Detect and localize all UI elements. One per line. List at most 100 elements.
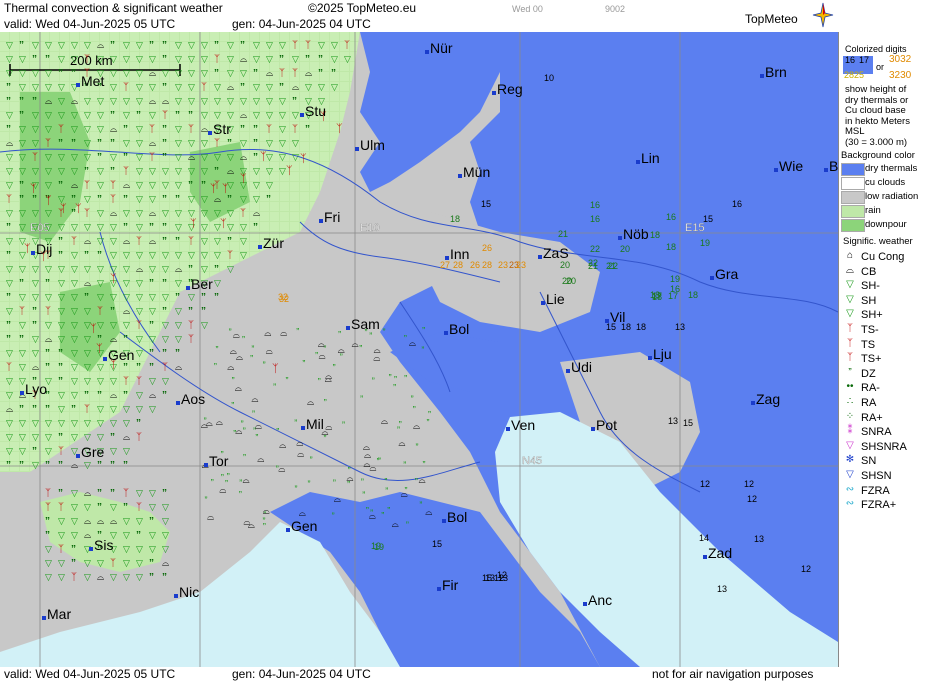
shower-icon: ▽ bbox=[58, 278, 65, 288]
shower-icon: ▽ bbox=[136, 40, 143, 50]
shower-icon: ▽ bbox=[19, 166, 26, 176]
thunderstorm-icon: ᛉ bbox=[847, 337, 853, 349]
legend-sig-label: DZ bbox=[861, 367, 876, 380]
shower-icon: ▽ bbox=[58, 40, 65, 50]
drizzle-icon: ” bbox=[404, 374, 407, 384]
shower-icon: ▽ bbox=[123, 278, 130, 288]
drizzle-icon: ” bbox=[162, 488, 167, 499]
shower-icon: ▽ bbox=[6, 376, 13, 386]
drizzle-icon: ” bbox=[123, 194, 128, 205]
drizzle-icon: ” bbox=[201, 306, 206, 317]
shower-icon: ▽ bbox=[149, 544, 156, 554]
drizzle-icon: ” bbox=[6, 96, 11, 107]
drizzle-icon: ” bbox=[32, 194, 37, 205]
drizzle-icon: ” bbox=[58, 376, 63, 387]
thunderstorm-icon: ᛉ bbox=[240, 173, 247, 185]
shower-icon: ▽ bbox=[97, 558, 104, 568]
shower-icon: ▽ bbox=[175, 278, 182, 288]
legend-sig-label: TS bbox=[861, 338, 876, 351]
shower-icon: ▽ bbox=[162, 250, 169, 260]
height-digit: 12 bbox=[700, 479, 710, 489]
legend-sig-label: SH bbox=[861, 294, 877, 307]
weather-map[interactable]: 200 km E05 E10 E15N45 ▽” ▽ ▽ ▽ ▽ ▽ ⌓” ▽ ▽”” ▽ ▽ ▽” ▽” ▽… bbox=[0, 32, 838, 667]
height-digit: 18 bbox=[650, 230, 660, 240]
drizzle-icon: ” bbox=[97, 488, 102, 499]
drizzle-icon: ” bbox=[360, 394, 363, 404]
city-label: Mün bbox=[463, 164, 490, 180]
height-digit: 15 bbox=[683, 418, 693, 428]
drizzle-icon: ” bbox=[333, 362, 336, 372]
shower-icon: ▽ bbox=[227, 264, 234, 274]
thunderstorm-icon: ᛉ bbox=[45, 502, 51, 513]
drizzle-icon: ” bbox=[242, 334, 245, 344]
drizzle-icon: ” bbox=[149, 362, 154, 373]
cb-icon: ⌓ bbox=[227, 82, 234, 92]
shower-icon: ▽ bbox=[6, 180, 13, 190]
height-digit: 19 bbox=[374, 542, 384, 552]
shower-icon: ▽ bbox=[84, 418, 91, 428]
shower-icon: ▽ bbox=[71, 54, 78, 64]
thunderstorm-icon: ᛉ bbox=[190, 218, 197, 230]
height-digit: 22 bbox=[608, 261, 618, 271]
drizzle-icon: ” bbox=[19, 334, 24, 345]
drizzle-icon: ” bbox=[97, 502, 102, 513]
drizzle-icon: ” bbox=[149, 40, 154, 51]
drizzle-icon: ” bbox=[162, 82, 167, 93]
freezing-rain-icon: ∾ bbox=[845, 483, 855, 495]
cb-icon: ⌓ bbox=[136, 264, 143, 274]
cb-icon: ⌓ bbox=[280, 328, 287, 338]
shower-icon: ▽ bbox=[227, 110, 234, 120]
height-digit: 15 bbox=[703, 214, 713, 224]
legend-bg-swatch bbox=[841, 205, 865, 218]
cb-icon: ⌓ bbox=[296, 437, 303, 447]
drizzle-icon: ” bbox=[97, 390, 102, 401]
thunderstorm-icon: ᛉ bbox=[110, 194, 116, 205]
drizzle-icon: ” bbox=[318, 54, 323, 65]
shower-icon: ▽ bbox=[19, 432, 26, 442]
height-digit: 13 bbox=[668, 416, 678, 426]
city-label: Nür bbox=[430, 40, 453, 56]
legend-desc-line: Cu cloud base bbox=[845, 105, 906, 116]
cb-icon: ⌓ bbox=[84, 236, 91, 246]
shower-icon: ▽ bbox=[136, 488, 143, 498]
thunderstorm-icon: ᛉ bbox=[292, 68, 298, 79]
shower-icon: ▽ bbox=[123, 40, 130, 50]
shower-icon: ▽ bbox=[110, 54, 117, 64]
shower-light-icon: ▽ bbox=[846, 279, 854, 291]
city-marker bbox=[648, 356, 652, 360]
shower-icon: ▽ bbox=[136, 68, 143, 78]
cb-icon: ⌓ bbox=[318, 350, 325, 360]
thunderstorm-icon: ᛉ bbox=[292, 40, 298, 51]
city-label: Anc bbox=[588, 592, 612, 608]
city-marker bbox=[636, 160, 640, 164]
city-marker bbox=[824, 168, 828, 172]
thunderstorm-icon: ᛉ bbox=[123, 82, 129, 93]
shower-icon: ▽ bbox=[97, 376, 104, 386]
thunderstorm-icon: ᛉ bbox=[45, 138, 51, 149]
shower-icon: ▽ bbox=[32, 40, 39, 50]
drizzle-icon: ” bbox=[276, 464, 279, 474]
shower-icon: ▽ bbox=[292, 152, 299, 162]
legend-sig-label: Cu Cong bbox=[861, 251, 905, 263]
shower-icon: ▽ bbox=[32, 124, 39, 134]
shower-icon: ▽ bbox=[71, 292, 78, 302]
shower-icon: ▽ bbox=[19, 362, 26, 372]
height-digit: 16 bbox=[666, 212, 676, 222]
thunderstorm-icon: ᛉ bbox=[45, 488, 51, 499]
cb-icon: ⌓ bbox=[71, 180, 78, 190]
shower-icon: ▽ bbox=[71, 432, 78, 442]
shower-icon: ▽ bbox=[175, 152, 182, 162]
shower-icon: ▽ bbox=[175, 40, 182, 50]
shower-icon: ▽ bbox=[110, 292, 117, 302]
cb-icon: ⌓ bbox=[338, 345, 345, 355]
city-label: Mil bbox=[306, 416, 324, 432]
shower-icon: ▽ bbox=[188, 194, 195, 204]
thunderstorm-icon: ᛉ bbox=[210, 183, 217, 195]
shower-icon: ▽ bbox=[84, 376, 91, 386]
shower-icon: ▽ bbox=[6, 390, 13, 400]
shower-icon: ▽ bbox=[19, 54, 26, 64]
map-title: Thermal convection & significant weather bbox=[4, 1, 223, 15]
shower-icon: ▽ bbox=[110, 376, 117, 386]
city-label: Tor bbox=[209, 453, 229, 469]
cb-icon: ⌓ bbox=[175, 362, 182, 372]
